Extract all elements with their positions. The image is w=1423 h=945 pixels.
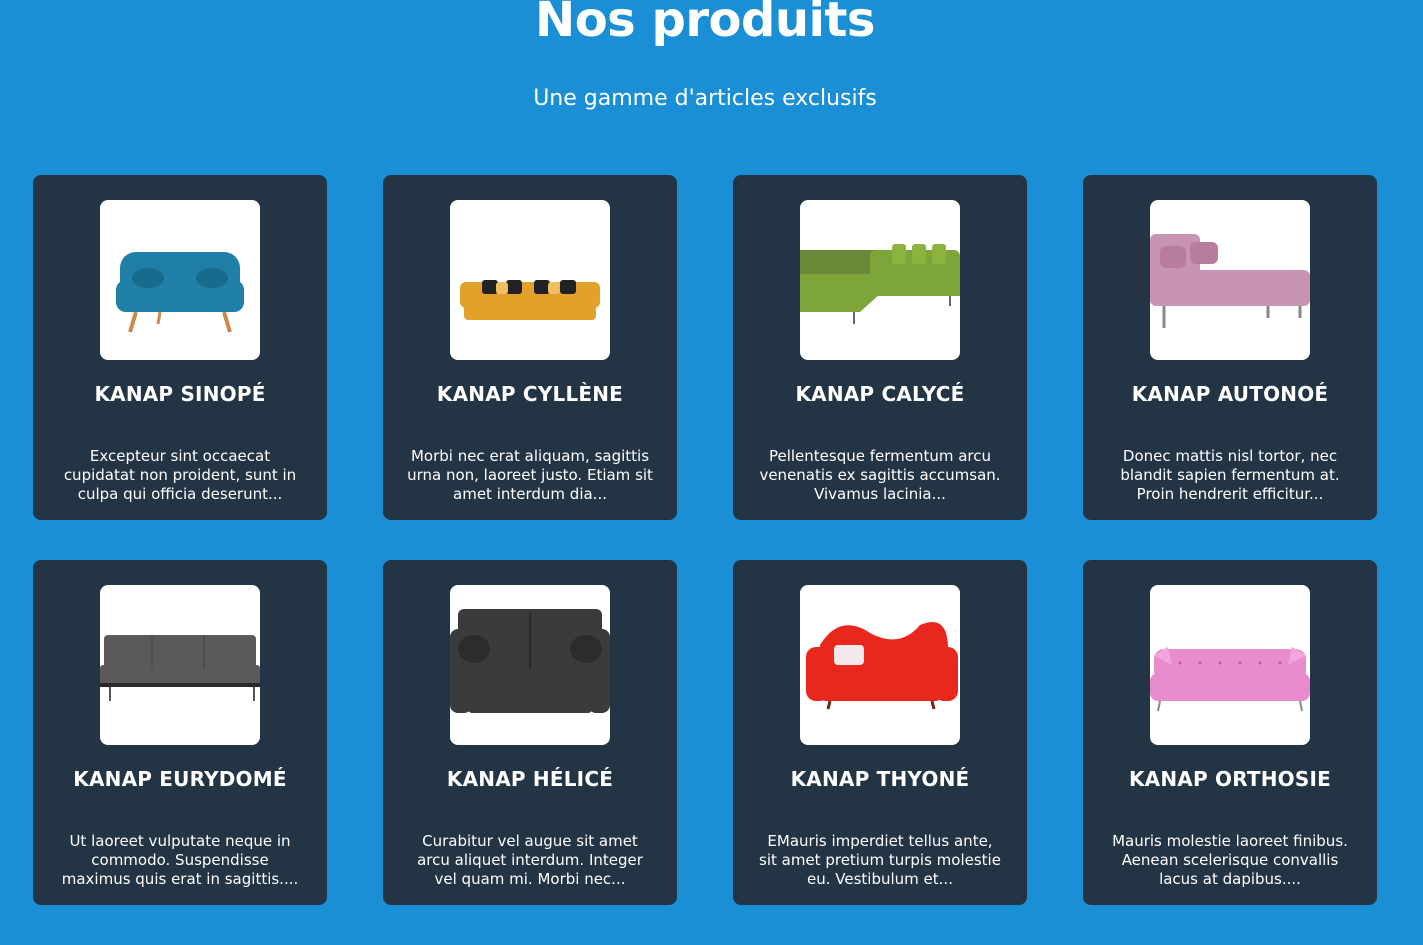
product-card-helice[interactable]: KANAP HÉLICÉ Curabitur vel augue sit ame…: [383, 560, 677, 905]
product-name: KANAP CALYCÉ: [795, 382, 965, 406]
product-description: Donec mattis nisl tortor, nec blandit sa…: [1120, 447, 1340, 503]
product-image: [450, 200, 610, 360]
product-image: [1150, 585, 1310, 745]
page-title: Nos produits: [535, 0, 875, 48]
product-image: [800, 585, 960, 745]
product-name: KANAP CYLLÈNE: [436, 382, 624, 406]
sofa-chaise-icon: [1150, 234, 1310, 328]
product-description: Mauris molestie laoreet finibus. Aenean …: [1112, 832, 1348, 888]
product-name: KANAP SINOPÉ: [94, 382, 266, 406]
product-name: KANAP ORTHOSIE: [1128, 767, 1331, 791]
product-description: Morbi nec erat aliquam, sagittis urna no…: [407, 447, 653, 503]
product-card-sinope[interactable]: KANAP SINOPÉ Excepteur sint occaecat cup…: [33, 175, 327, 520]
product-image: [450, 585, 610, 745]
product-description: Curabitur vel augue sit amet arcu alique…: [417, 832, 643, 888]
product-card-thyone[interactable]: KANAP THYONÉ EMauris imperdiet tellus an…: [733, 560, 1027, 905]
product-name: KANAP HÉLICÉ: [446, 767, 614, 791]
product-card-calyce[interactable]: KANAP CALYCÉ Pellentesque fermentum arcu…: [733, 175, 1027, 520]
product-card-eurydome[interactable]: KANAP EURYDOMÉ Ut laoreet vulputate nequ…: [33, 560, 327, 905]
sofa-tufted-icon: [1150, 647, 1310, 712]
product-card-autonoe[interactable]: KANAP AUTONOÉ Donec mattis nisl tortor, …: [1083, 175, 1377, 520]
product-name: KANAP EURYDOMÉ: [73, 767, 287, 791]
product-card-cyllene[interactable]: KANAP CYLLÈNE Morbi nec erat aliquam, sa…: [383, 175, 677, 520]
product-image: [100, 585, 260, 745]
product-description: Excepteur sint occaecat cupidatat non pr…: [63, 447, 297, 503]
product-image: [800, 200, 960, 360]
sofa-three-seat-icon: [460, 280, 600, 320]
sofa-modern-icon: [100, 635, 260, 701]
product-description: Ut laoreet vulputate neque in commodo. S…: [61, 832, 299, 888]
product-image: [1150, 200, 1310, 360]
product-name: KANAP THYONÉ: [790, 767, 970, 791]
product-image: [100, 200, 260, 360]
sofa-loveseat-icon: [450, 609, 610, 713]
product-card-orthosie[interactable]: KANAP ORTHOSIE Mauris molestie laoreet f…: [1083, 560, 1377, 905]
sofa-corner-icon: [800, 244, 960, 324]
product-name: KANAP AUTONOÉ: [1131, 382, 1329, 406]
page-subtitle: Une gamme d'articles exclusifs: [533, 86, 877, 111]
sofa-curved-icon: [806, 622, 958, 710]
product-description: Pellentesque fermentum arcu venenatis ex…: [759, 447, 1001, 503]
product-description: EMauris imperdiet tellus ante, sit amet …: [759, 832, 1001, 888]
sofa-armchair-icon: [116, 252, 244, 333]
